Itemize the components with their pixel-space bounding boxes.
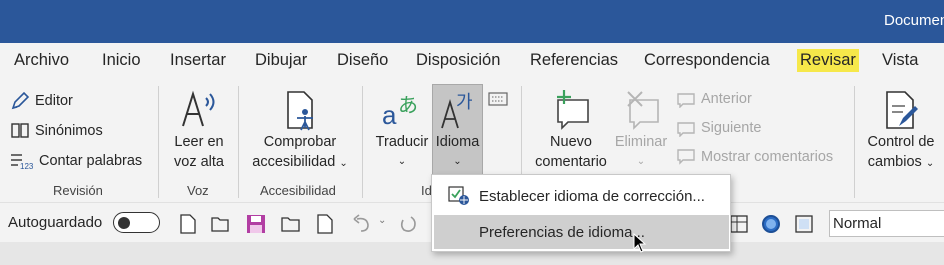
nuevo-line2: comentario	[535, 154, 607, 170]
tab-vista[interactable]: Vista	[882, 51, 918, 70]
table-icon[interactable]	[728, 213, 750, 235]
eliminar-button[interactable]: Eliminar ⌄	[612, 88, 670, 172]
svg-text:가: 가	[456, 92, 473, 113]
toggle-knob	[118, 216, 130, 229]
document-view-icon[interactable]	[793, 213, 815, 235]
undo-icon[interactable]	[351, 213, 373, 235]
tab-insertar[interactable]: Insertar	[170, 51, 226, 70]
svg-text:123: 123	[20, 162, 34, 171]
language-icon: 가	[440, 92, 473, 129]
style-select[interactable]: Normal	[829, 210, 944, 237]
spell-language-icon	[448, 186, 469, 205]
menu-item-establecer-idioma[interactable]: Establecer idioma de corrección...	[434, 179, 729, 213]
control-line1: Control de	[867, 134, 935, 150]
book-icon	[11, 123, 29, 138]
traducir-button[interactable]: aあ Traducir ⌄	[373, 88, 431, 172]
tab-revisar[interactable]: Revisar	[797, 49, 859, 72]
tab-diseno[interactable]: Diseño	[337, 51, 388, 70]
document-title: Documen	[884, 12, 944, 29]
group-separator	[854, 86, 855, 198]
autosave-label: Autoguardado	[8, 214, 103, 231]
editor-button[interactable]: Editor	[10, 91, 73, 111]
pen-icon	[11, 91, 30, 110]
group-separator	[158, 86, 159, 198]
group-separator	[362, 86, 363, 198]
save-icon[interactable]	[245, 213, 267, 235]
new-document-icon[interactable]	[177, 213, 199, 235]
tab-inicio[interactable]: Inicio	[102, 51, 141, 70]
chevron-down-icon[interactable]: ⌄	[378, 215, 386, 226]
control-line2: cambios	[867, 154, 922, 170]
tab-referencias[interactable]: Referencias	[530, 51, 618, 70]
sinonimos-label: Sinónimos	[35, 123, 103, 139]
comprobar-accesibilidad-button[interactable]: Comprobar accesibilidad ⌄	[248, 88, 352, 174]
chevron-down-icon: ⌄	[339, 158, 348, 169]
tab-archivo[interactable]: Archivo	[14, 51, 69, 70]
leer-line1: Leer en	[174, 134, 224, 150]
chevron-down-icon: ⌄	[453, 156, 462, 167]
translate-icon: aあ	[382, 93, 418, 130]
siguiente-label: Siguiente	[701, 120, 762, 136]
menu-item-label: Establecer idioma de corrección...	[479, 188, 705, 205]
mostrar-comentarios-button[interactable]: Mostrar comentarios	[676, 148, 833, 166]
nuevo-comentario-button[interactable]: Nuevo comentario	[530, 88, 612, 172]
nuevo-line1: Nuevo	[550, 134, 592, 150]
word-count-icon: 123	[11, 154, 34, 171]
tab-disposicion[interactable]: Disposición	[416, 51, 500, 70]
redo-icon[interactable]	[397, 213, 419, 235]
chevron-down-icon: ⌄	[925, 158, 935, 169]
mostrar-label: Mostrar comentarios	[701, 149, 834, 165]
menu-item-preferencias-idioma[interactable]: Preferencias de idioma...	[434, 215, 729, 249]
menu-item-label: Preferencias de idioma...	[479, 224, 645, 241]
sinonimos-button[interactable]: Sinónimos	[10, 121, 103, 141]
svg-text:あ: あ	[398, 93, 418, 117]
autosave-toggle[interactable]	[113, 212, 160, 233]
svg-text:a: a	[382, 100, 397, 130]
open-folder-icon[interactable]	[210, 213, 232, 235]
traducir-label: Traducir	[375, 134, 429, 150]
tab-dibujar[interactable]: Dibujar	[255, 51, 307, 70]
group-label-revision: Revisión	[53, 183, 103, 198]
anterior-button[interactable]: Anterior	[676, 90, 752, 108]
read-aloud-icon	[182, 90, 215, 127]
new-comment-icon	[557, 90, 589, 130]
chevron-down-icon: ⌄	[636, 156, 646, 167]
idioma-label: Idioma	[435, 134, 480, 150]
delete-comment-icon	[627, 91, 659, 130]
title-bar: Documen	[0, 0, 944, 43]
contar-label: Contar palabras	[39, 153, 143, 169]
editor-label: Editor	[35, 93, 73, 109]
chevron-down-icon: ⌄	[397, 156, 407, 167]
control-de-cambios-button[interactable]: Control de cambios ⌄	[863, 88, 939, 174]
comprobar-line2: accesibilidad	[252, 154, 336, 170]
group-separator	[238, 86, 239, 198]
accessibility-check-icon	[287, 91, 313, 131]
contar-palabras-button[interactable]: 123 Contar palabras	[10, 151, 142, 171]
print-preview-icon[interactable]	[314, 213, 336, 235]
group-label-voz: Voz	[187, 183, 209, 198]
idioma-button[interactable]: 가 Idioma ⌄	[432, 88, 483, 172]
eliminar-label: Eliminar	[614, 134, 668, 150]
comprobar-line1: Comprobar	[263, 134, 337, 150]
show-comments-icon	[677, 149, 695, 165]
mouse-cursor-icon	[633, 233, 647, 253]
keyboard-icon[interactable]	[488, 92, 508, 106]
previous-comment-icon	[677, 93, 695, 108]
circle-shape-icon[interactable]	[760, 213, 782, 235]
next-comment-icon	[677, 122, 695, 137]
idioma-dropdown-menu: Establecer idioma de corrección... Prefe…	[431, 174, 731, 252]
group-label-accesibilidad: Accesibilidad	[260, 183, 336, 198]
folder-icon[interactable]	[280, 213, 302, 235]
siguiente-button[interactable]: Siguiente	[676, 119, 761, 137]
ribbon-tabs: Archivo Inicio Insertar Dibujar Diseño D…	[0, 43, 944, 80]
anterior-label: Anterior	[701, 91, 752, 107]
leer-en-voz-alta-button[interactable]: Leer en voz alta	[170, 88, 228, 172]
tab-correspondencia[interactable]: Correspondencia	[644, 51, 770, 70]
track-changes-icon	[886, 91, 918, 129]
leer-line2: voz alta	[174, 154, 224, 170]
